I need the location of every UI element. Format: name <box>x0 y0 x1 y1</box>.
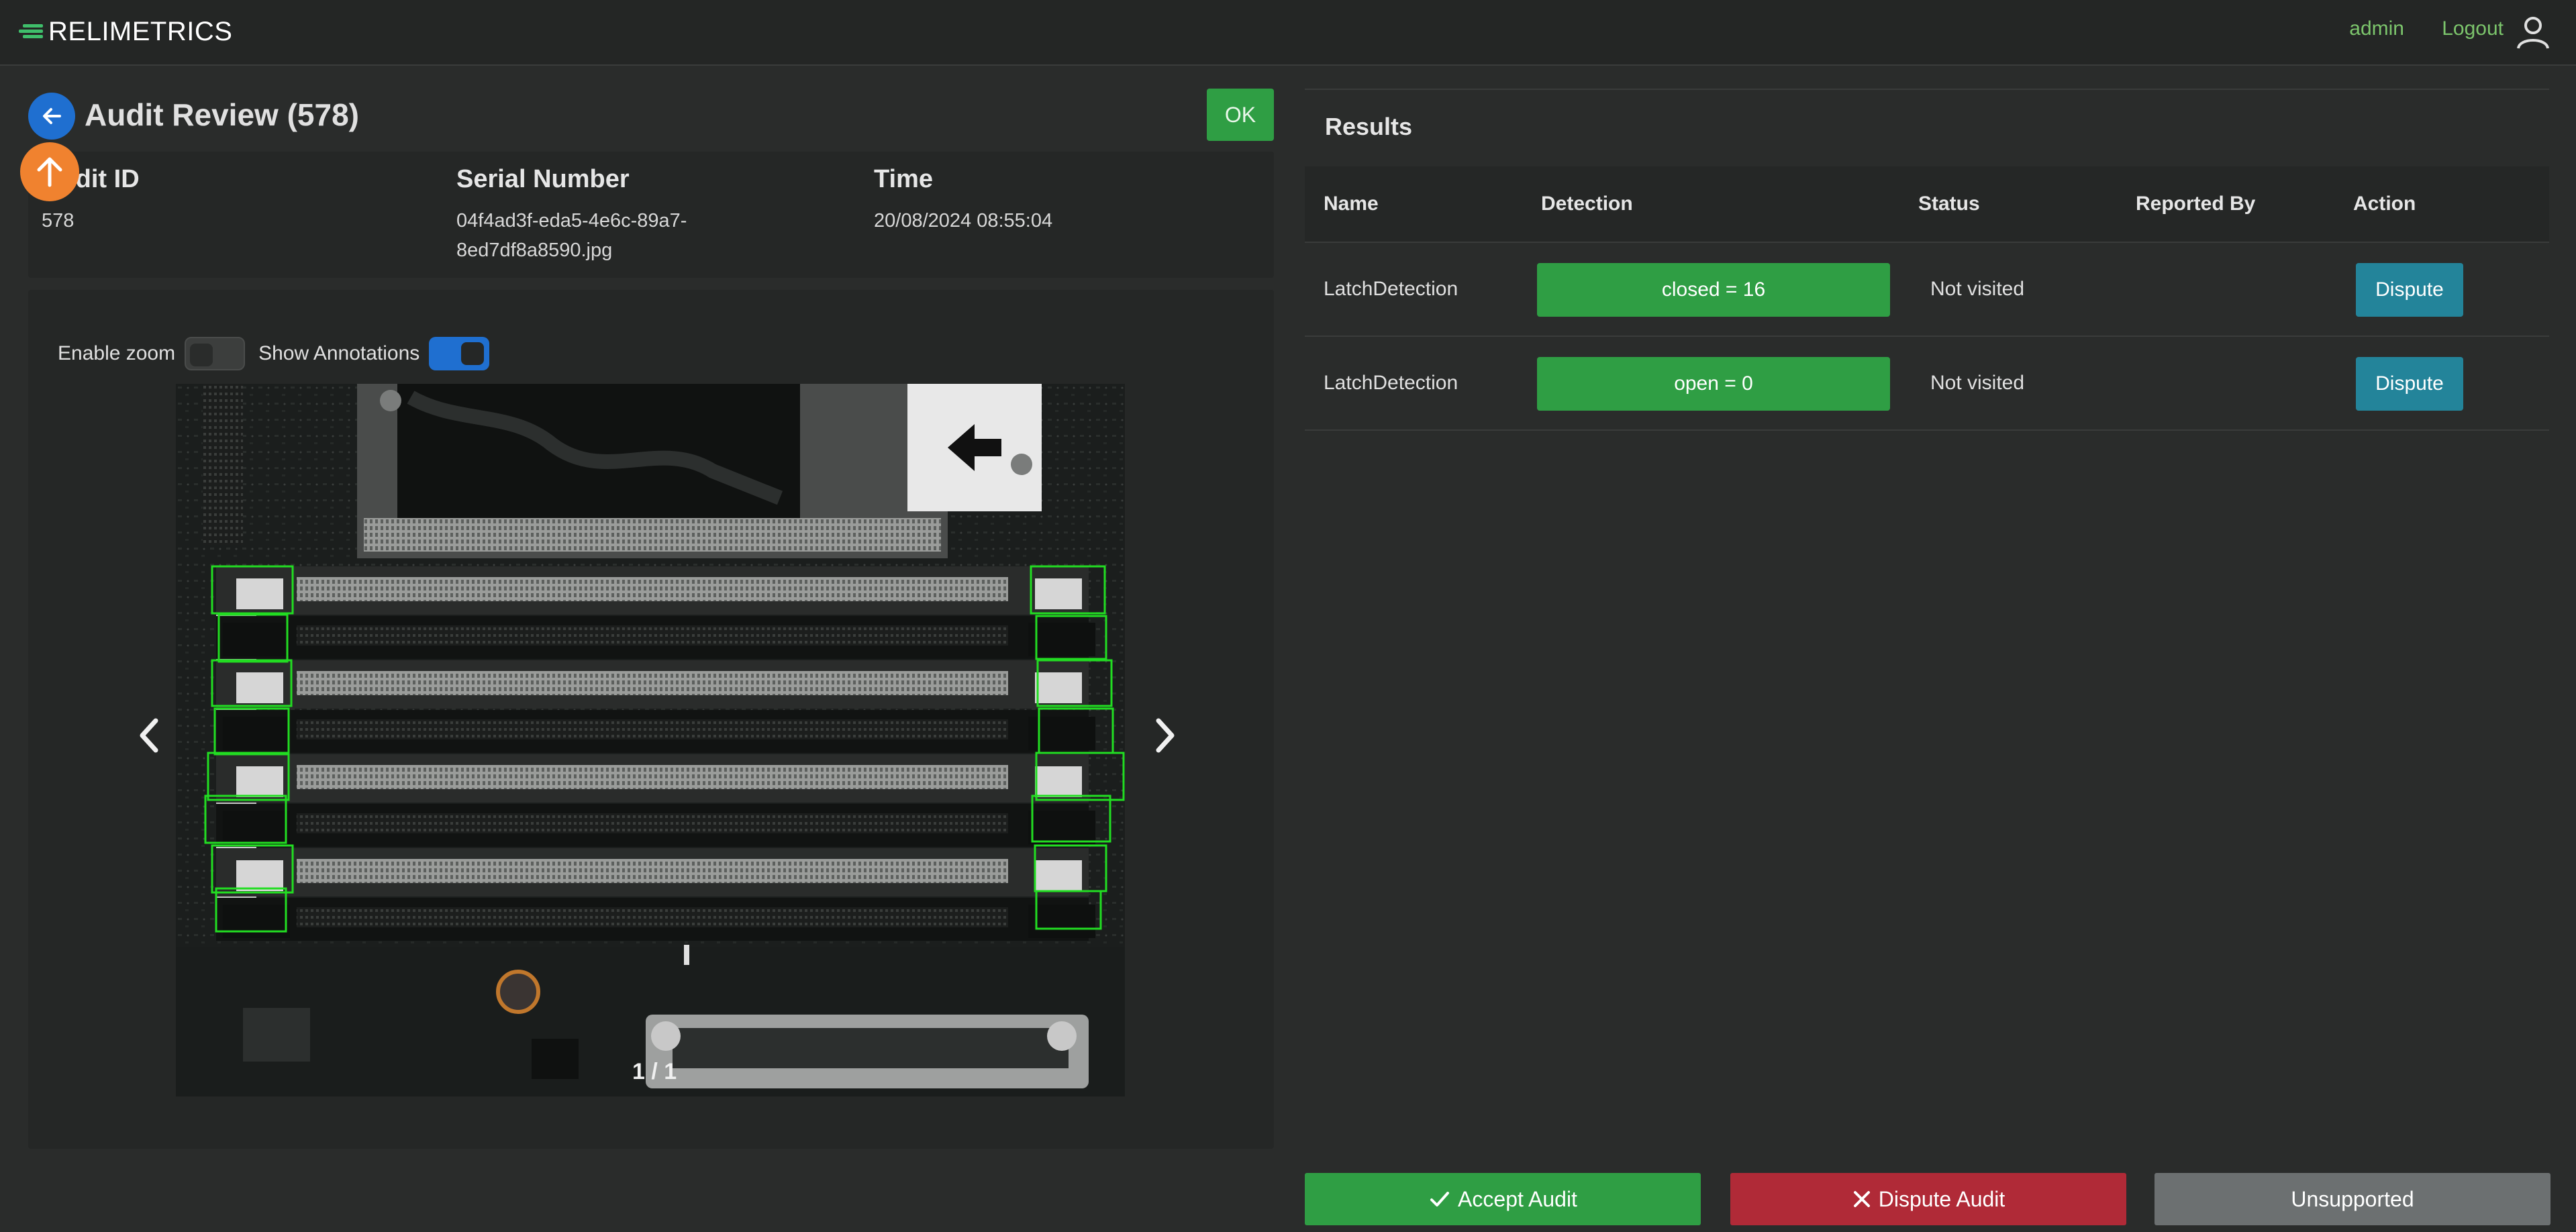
image-counter: 1 / 1 <box>632 1059 677 1084</box>
brand-logo[interactable]: RELIMETRICS <box>17 15 232 48</box>
arrow-up-icon <box>37 157 62 187</box>
viewer-toggles: Enable zoom Show Annotations <box>58 337 503 370</box>
ok-button[interactable]: OK <box>1207 89 1274 141</box>
chevron-left-icon <box>140 718 158 753</box>
accept-audit-label: Accept Audit <box>1458 1186 1577 1211</box>
col-detection: Detection <box>1541 193 1633 215</box>
time-value: 20/08/2024 08:55:04 <box>874 210 1053 232</box>
divider <box>1305 89 2549 90</box>
image-viewer-card: Enable zoom Show Annotations 1 / 1 <box>28 290 1274 1149</box>
user-icon[interactable] <box>2514 13 2552 51</box>
upload-button[interactable] <box>20 142 79 201</box>
brand-name: RELIMETRICS <box>48 16 233 46</box>
logout-link[interactable]: Logout <box>2442 17 2504 40</box>
motherboard-photo <box>176 384 1125 1096</box>
col-reported-by: Reported By <box>2136 193 2256 215</box>
accept-audit-button[interactable]: Accept Audit <box>1305 1173 1701 1225</box>
nav-username[interactable]: admin <box>2349 17 2404 40</box>
detection-badge: open = 0 <box>1537 357 1890 411</box>
col-action: Action <box>2353 193 2416 215</box>
dispute-button[interactable]: Dispute <box>2356 357 2463 411</box>
chevron-right-icon <box>1156 718 1175 753</box>
row-name: LatchDetection <box>1324 372 1458 394</box>
show-annotations-toggle[interactable] <box>429 337 490 370</box>
prev-image-button[interactable] <box>129 709 169 762</box>
serial-number-line2: 8ed7df8a8590.jpg <box>456 240 613 261</box>
col-status: Status <box>1918 193 1980 215</box>
dispute-button[interactable]: Dispute <box>2356 263 2463 317</box>
row-status: Not visited <box>1930 372 2025 394</box>
dispute-audit-button[interactable]: Dispute Audit <box>1730 1173 2126 1225</box>
audit-id-value: 578 <box>42 210 75 232</box>
unsupported-label: Unsupported <box>2291 1186 2414 1211</box>
row-status: Not visited <box>1930 278 2025 300</box>
enable-zoom-toggle[interactable] <box>185 337 246 370</box>
table-header: Name Detection Status Reported By Action <box>1305 166 2549 243</box>
row-name: LatchDetection <box>1324 278 1458 300</box>
close-icon <box>1853 1191 1870 1207</box>
detection-badge: closed = 16 <box>1537 263 1890 317</box>
audit-image[interactable] <box>176 384 1125 1096</box>
col-name: Name <box>1324 193 1379 215</box>
table-row: LatchDetection closed = 16 Not visited D… <box>1305 243 2549 337</box>
unsupported-button[interactable]: Unsupported <box>2154 1173 2550 1225</box>
arrow-left-icon <box>43 108 61 124</box>
logo-mark-icon <box>17 20 43 43</box>
enable-zoom-label: Enable zoom <box>58 342 176 364</box>
serial-number-label: Serial Number <box>456 165 630 193</box>
results-table: Name Detection Status Reported By Action… <box>1305 166 2549 431</box>
top-navbar: RELIMETRICS admin Logout <box>0 0 2576 66</box>
dispute-audit-label: Dispute Audit <box>1878 1186 2005 1211</box>
table-row: LatchDetection open = 0 Not visited Disp… <box>1305 337 2549 431</box>
back-button[interactable] <box>28 93 75 140</box>
next-image-button[interactable] <box>1145 709 1185 762</box>
page-title: Audit Review (578) <box>85 97 359 132</box>
check-icon <box>1430 1192 1450 1207</box>
serial-number-column: Serial Number 04f4ad3f-eda5-4e6c-89a7- 8… <box>456 165 687 265</box>
time-column: Time 20/08/2024 08:55:04 <box>874 165 1052 236</box>
audit-info-card: Audit ID 578 Serial Number 04f4ad3f-eda5… <box>28 152 1274 278</box>
serial-number-value: 04f4ad3f-eda5-4e6c-89a7- 8ed7df8a8590.jp… <box>456 206 687 265</box>
results-title: Results <box>1325 113 1413 140</box>
show-annotations-label: Show Annotations <box>258 342 420 364</box>
serial-number-line1: 04f4ad3f-eda5-4e6c-89a7- <box>456 210 687 232</box>
time-label: Time <box>874 165 934 193</box>
